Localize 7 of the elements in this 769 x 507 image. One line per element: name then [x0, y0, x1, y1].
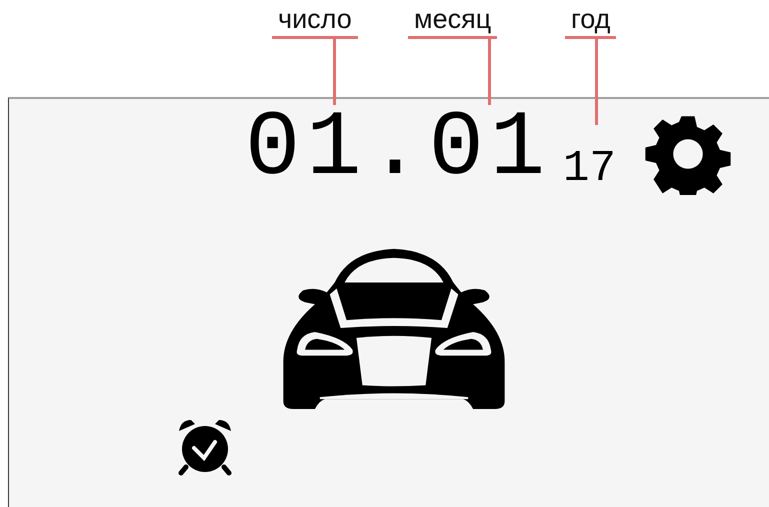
annotation-label: число [272, 4, 358, 39]
date-readout: 01.01 [245, 109, 552, 189]
annotation-label: год [565, 4, 616, 39]
leader-line [488, 38, 491, 105]
year-readout: 17 [563, 149, 616, 189]
leader-line [333, 38, 336, 105]
annotation-label: месяц [408, 4, 498, 39]
